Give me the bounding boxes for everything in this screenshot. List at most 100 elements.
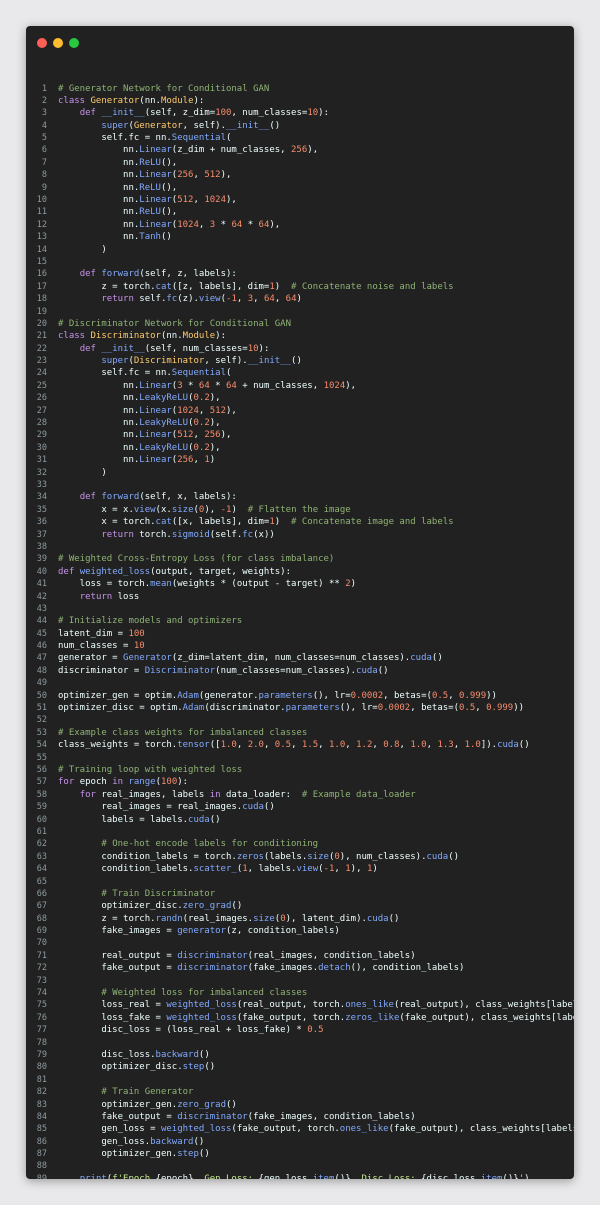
- code-token: latent_dim =: [58, 628, 129, 639]
- code-token: + num_classes,: [236, 380, 324, 391]
- code-token: loss_real =: [58, 1000, 167, 1011]
- close-window-icon[interactable]: [37, 38, 47, 48]
- code-token: data_loader:: [226, 789, 302, 800]
- code-line: 64 condition_labels.scatter_(1, labels.v…: [26, 863, 574, 875]
- zoom-window-icon[interactable]: [69, 38, 79, 48]
- code-token: ,: [198, 405, 210, 416]
- window-titlebar: [26, 26, 574, 60]
- code-token: (z, condition_labels): [226, 926, 340, 937]
- code-token: torch.: [139, 529, 172, 540]
- code-token: # One-hot encode labels for conditioning: [101, 839, 319, 850]
- code-token: ), num_classes).: [339, 851, 427, 862]
- code-token: zero_grad: [182, 901, 232, 912]
- code-token: (real_images, condition_labels): [247, 950, 416, 961]
- code-token: ReLU: [139, 157, 161, 168]
- code-token: ):: [215, 331, 227, 342]
- minimize-window-icon[interactable]: [53, 38, 63, 48]
- code-token: ): [372, 864, 378, 875]
- code-token: loss: [117, 591, 140, 602]
- line-number: 33: [36, 480, 47, 490]
- code-token: in: [112, 777, 129, 788]
- code-token: -1: [226, 294, 237, 305]
- code-token: (z).: [177, 294, 199, 305]
- code-line: 52: [26, 714, 574, 726]
- code-editor[interactable]: 1 # Generator Network for Conditional GAN…: [26, 83, 574, 1180]
- line-number: 36: [36, 517, 47, 528]
- code-token: 1.0: [220, 740, 237, 751]
- code-token: # Weighted Cross-Entropy Loss (for class…: [58, 554, 335, 565]
- code-token: item: [480, 1173, 503, 1179]
- code-token: weighted_loss: [160, 1124, 232, 1135]
- code-line: 8 nn.Linear(256, 512),: [26, 169, 574, 181]
- code-token: (generator.: [198, 690, 259, 701]
- line-number: 22: [36, 343, 47, 354]
- code-token: ReLU: [139, 182, 161, 193]
- line-number: 23: [36, 356, 47, 367]
- code-token: ,: [475, 703, 487, 714]
- code-token: 0.5: [274, 740, 292, 751]
- code-text: x = torch.cat([x, labels], dim=1) # Conc…: [58, 516, 454, 528]
- code-token: 64: [226, 380, 237, 391]
- code-token: 0.2: [193, 418, 210, 429]
- code-line: 24 self.fc = nn.Sequential(: [26, 367, 574, 379]
- code-token: disc_loss.: [58, 1049, 156, 1060]
- code-token: gen_loss =: [58, 1124, 161, 1135]
- code-text: disc_loss.backward(): [58, 1049, 209, 1061]
- code-token: mean: [150, 579, 172, 590]
- code-token: real_images = real_images.: [58, 802, 243, 813]
- code-text: # Discriminator Network for Conditional …: [58, 318, 291, 330]
- code-token: cuda: [426, 851, 449, 862]
- line-number: 52: [36, 715, 47, 726]
- code-token: ,: [453, 740, 465, 751]
- code-token: (weights * (output - target) **: [171, 579, 346, 590]
- code-token: (),: [160, 157, 178, 168]
- line-number: 38: [36, 541, 47, 552]
- code-token: nn.: [58, 405, 140, 416]
- code-text: real_output = discriminator(real_images,…: [58, 950, 416, 962]
- code-text: ): [58, 467, 106, 479]
- code-text: # Training loop with weighted loss: [58, 764, 242, 776]
- code-token: , labels.: [247, 864, 297, 875]
- code-line: 58 for real_images, labels in data_loade…: [26, 789, 574, 801]
- code-line: 53 # Example class weights for imbalanced…: [26, 727, 574, 739]
- code-token: nn.: [58, 145, 140, 156]
- code-text: def __init__(self, num_classes=10):: [58, 343, 270, 355]
- code-token: Adam: [182, 703, 205, 714]
- code-line: 5 self.fc = nn.Sequential(: [26, 132, 574, 144]
- code-token: # Concatenate image and labels: [291, 517, 454, 528]
- line-number: 76: [36, 1012, 47, 1023]
- code-line: 14 ): [26, 244, 574, 256]
- code-token: epoch: [79, 777, 113, 788]
- code-token: *: [182, 380, 199, 391]
- code-token: 256: [177, 170, 194, 181]
- code-token: (num_classes=num_classes).: [215, 665, 357, 676]
- line-number: 47: [36, 653, 47, 664]
- code-token: cuda: [242, 802, 264, 813]
- line-number: 73: [36, 975, 47, 986]
- line-number: 6: [41, 145, 47, 156]
- code-token: (: [225, 368, 232, 379]
- code-text: nn.Linear(z_dim + num_classes, 256),: [58, 144, 318, 156]
- line-number: 83: [36, 1099, 47, 1110]
- code-token: # Weighted loss for imbalanced classes: [101, 988, 308, 999]
- code-line: 80 optimizer_disc.step(): [26, 1061, 574, 1073]
- code-token: 256: [291, 145, 308, 156]
- line-number: 70: [36, 938, 47, 949]
- code-token: discriminator: [177, 963, 248, 974]
- code-text: nn.LeakyReLU(0.2),: [58, 392, 221, 404]
- code-token: __init__: [247, 356, 292, 367]
- code-text: # Weighted Cross-Entropy Loss (for class…: [58, 553, 334, 565]
- code-line: 67 optimizer_disc.zero_grad(): [26, 900, 574, 912]
- code-text: optimizer_gen.step(): [58, 1148, 209, 1160]
- code-token: ones_like: [345, 1000, 394, 1011]
- code-text: return torch.sigmoid(self.fc(x)): [58, 529, 274, 541]
- code-token: x = x.: [58, 504, 134, 515]
- code-token: weighted_loss: [79, 566, 151, 577]
- code-line: 89 print(f'Epoch {epoch}, Gen Loss: {gen…: [26, 1173, 574, 1179]
- code-line: 1 # Generator Network for Conditional GAN: [26, 83, 574, 95]
- code-token: nn.: [58, 393, 140, 404]
